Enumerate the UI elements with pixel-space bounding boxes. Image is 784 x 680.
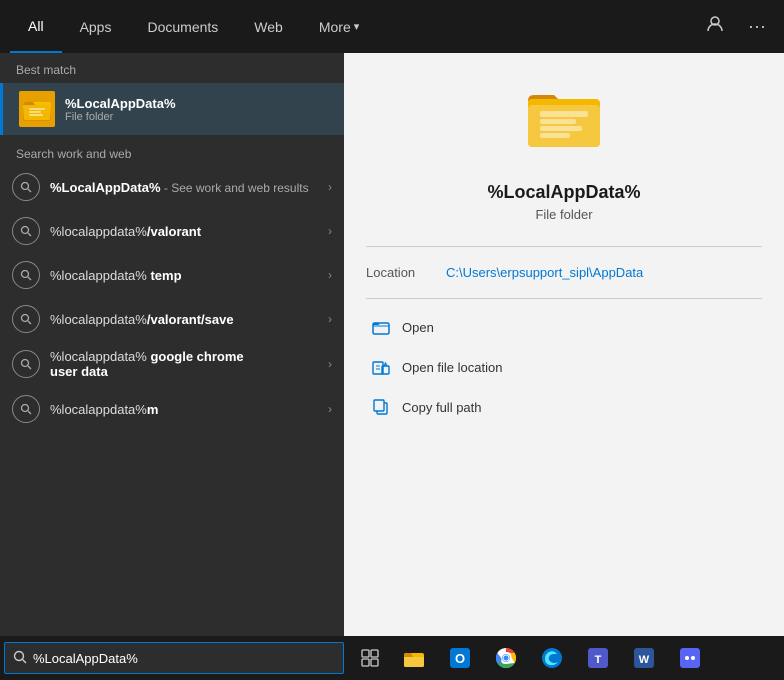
more-options-button[interactable]: ··· [740,11,774,42]
taskbar-teams[interactable]: T [576,636,620,680]
best-match-text: %LocalAppData% File folder [65,96,176,123]
location-row: Location C:\Users\erpsupport_sipl\AppDat… [366,259,762,286]
search-result-item[interactable]: %localappdata%m › [0,387,344,431]
search-result-item[interactable]: %localappdata%/valorant › [0,209,344,253]
nav-icons: ··· [698,11,774,42]
taskbar-chrome[interactable] [484,636,528,680]
chevron-right-icon: › [328,180,332,194]
action-open-file-location-label: Open file location [402,360,502,375]
svg-text:W: W [639,654,650,666]
location-label: Location [366,265,446,280]
result-text: %LocalAppData% - See work and web result… [50,180,328,195]
tab-web[interactable]: Web [236,0,301,53]
top-nav: All Apps Documents Web More ▾ ··· [0,0,784,53]
search-result-item[interactable]: %LocalAppData% - See work and web result… [0,165,344,209]
best-match-subtitle: File folder [65,111,176,123]
tab-more[interactable]: More ▾ [301,0,377,53]
action-copy-full-path[interactable]: Copy full path [366,387,762,427]
search-work-label: Search work and web [0,139,344,165]
right-panel-type: File folder [535,207,592,222]
search-icon [12,261,40,289]
taskbar-discord[interactable] [668,636,712,680]
chevron-right-icon: › [328,402,332,416]
result-text: %localappdata%m [50,402,328,417]
search-icon [12,305,40,333]
person-icon-button[interactable] [698,11,732,42]
search-result-item[interactable]: %localappdata% temp › [0,253,344,297]
taskbar-search-input[interactable] [33,651,335,666]
action-open-file-location[interactable]: Open file location [366,347,762,387]
chevron-down-icon: ▾ [354,20,360,33]
search-icon [12,350,40,378]
result-text: %localappdata% temp [50,268,328,283]
chevron-right-icon: › [328,357,332,371]
copy-icon [370,396,392,418]
task-view-button[interactable] [350,638,390,678]
search-result-item[interactable]: %localappdata% google chromeuser data › [0,341,344,387]
taskbar-edge[interactable] [530,636,574,680]
taskbar-word[interactable]: W [622,636,666,680]
action-copy-full-path-label: Copy full path [402,400,482,415]
result-text: %localappdata%/valorant/save [50,312,328,327]
folder-icon [19,91,55,127]
chevron-right-icon: › [328,268,332,282]
action-open[interactable]: Open [366,307,762,347]
search-icon [12,173,40,201]
taskbar-outlook[interactable]: O [438,636,482,680]
right-panel-title: %LocalAppData% [487,182,640,203]
best-match-label: Best match [0,53,344,83]
taskbar-search-icon [13,650,27,667]
best-match-title: %LocalAppData% [65,96,176,111]
search-icon [12,395,40,423]
divider2 [366,298,762,299]
best-match-item[interactable]: %LocalAppData% File folder [0,83,344,135]
result-text: %localappdata%/valorant [50,224,328,239]
taskbar-search-box[interactable] [4,642,344,674]
left-panel: Best match [0,53,344,636]
divider [366,246,762,247]
tab-documents[interactable]: Documents [129,0,236,53]
tab-apps[interactable]: Apps [62,0,130,53]
result-text: %localappdata% google chromeuser data [50,349,328,379]
folder-icon-large [524,83,604,170]
chevron-right-icon: › [328,224,332,238]
svg-text:O: O [455,651,465,666]
main-area: Best match [0,53,784,636]
chevron-right-icon: › [328,312,332,326]
search-icon [12,217,40,245]
right-panel: %LocalAppData% File folder Location C:\U… [344,53,784,636]
taskbar: O T W [0,636,784,680]
open-icon [370,316,392,338]
location-path[interactable]: C:\Users\erpsupport_sipl\AppData [446,265,643,280]
tab-all[interactable]: All [10,0,62,53]
open-file-location-icon [370,356,392,378]
action-open-label: Open [402,320,434,335]
taskbar-file-explorer[interactable] [392,636,436,680]
search-result-item[interactable]: %localappdata%/valorant/save › [0,297,344,341]
svg-text:T: T [595,654,602,666]
